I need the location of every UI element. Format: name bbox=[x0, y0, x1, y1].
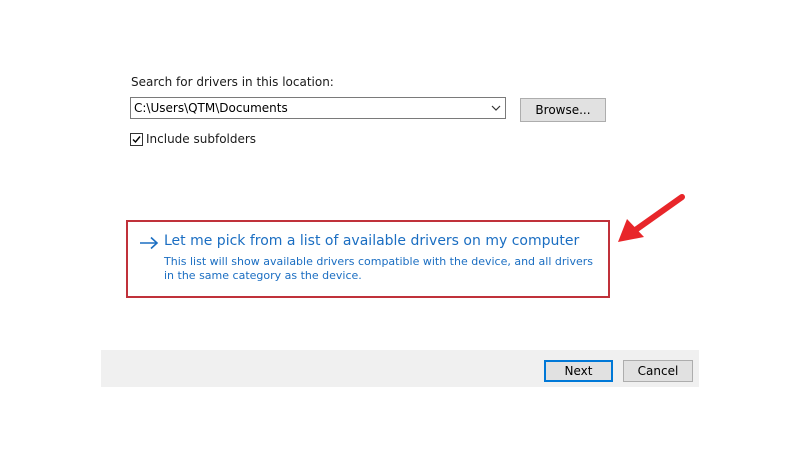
pick-option-title[interactable]: Let me pick from a list of available dri… bbox=[164, 233, 579, 249]
pick-option-description: This list will show available drivers co… bbox=[164, 255, 593, 282]
search-location-label: Search for drivers in this location: bbox=[131, 75, 334, 89]
include-subfolders-checkbox[interactable] bbox=[130, 132, 143, 146]
chevron-down-icon[interactable] bbox=[490, 102, 502, 114]
include-subfolders-label: Include subfolders bbox=[146, 132, 257, 146]
cancel-button[interactable]: Cancel bbox=[623, 360, 693, 382]
red-pointer-arrow-icon bbox=[618, 194, 685, 242]
browse-button[interactable]: Browse... bbox=[520, 98, 606, 122]
pick-from-list-option[interactable]: Let me pick from a list of available dri… bbox=[126, 220, 610, 298]
driver-search-dialog: Search for drivers in this location: C:\… bbox=[0, 0, 800, 450]
search-path-value: C:\Users\QTM\Documents bbox=[134, 101, 288, 115]
arrow-right-icon bbox=[140, 236, 159, 250]
search-path-combobox[interactable]: C:\Users\QTM\Documents bbox=[130, 97, 506, 119]
checkmark-icon bbox=[132, 135, 141, 143]
include-subfolders-row[interactable]: Include subfolders bbox=[130, 131, 256, 147]
next-button[interactable]: Next bbox=[544, 360, 613, 382]
